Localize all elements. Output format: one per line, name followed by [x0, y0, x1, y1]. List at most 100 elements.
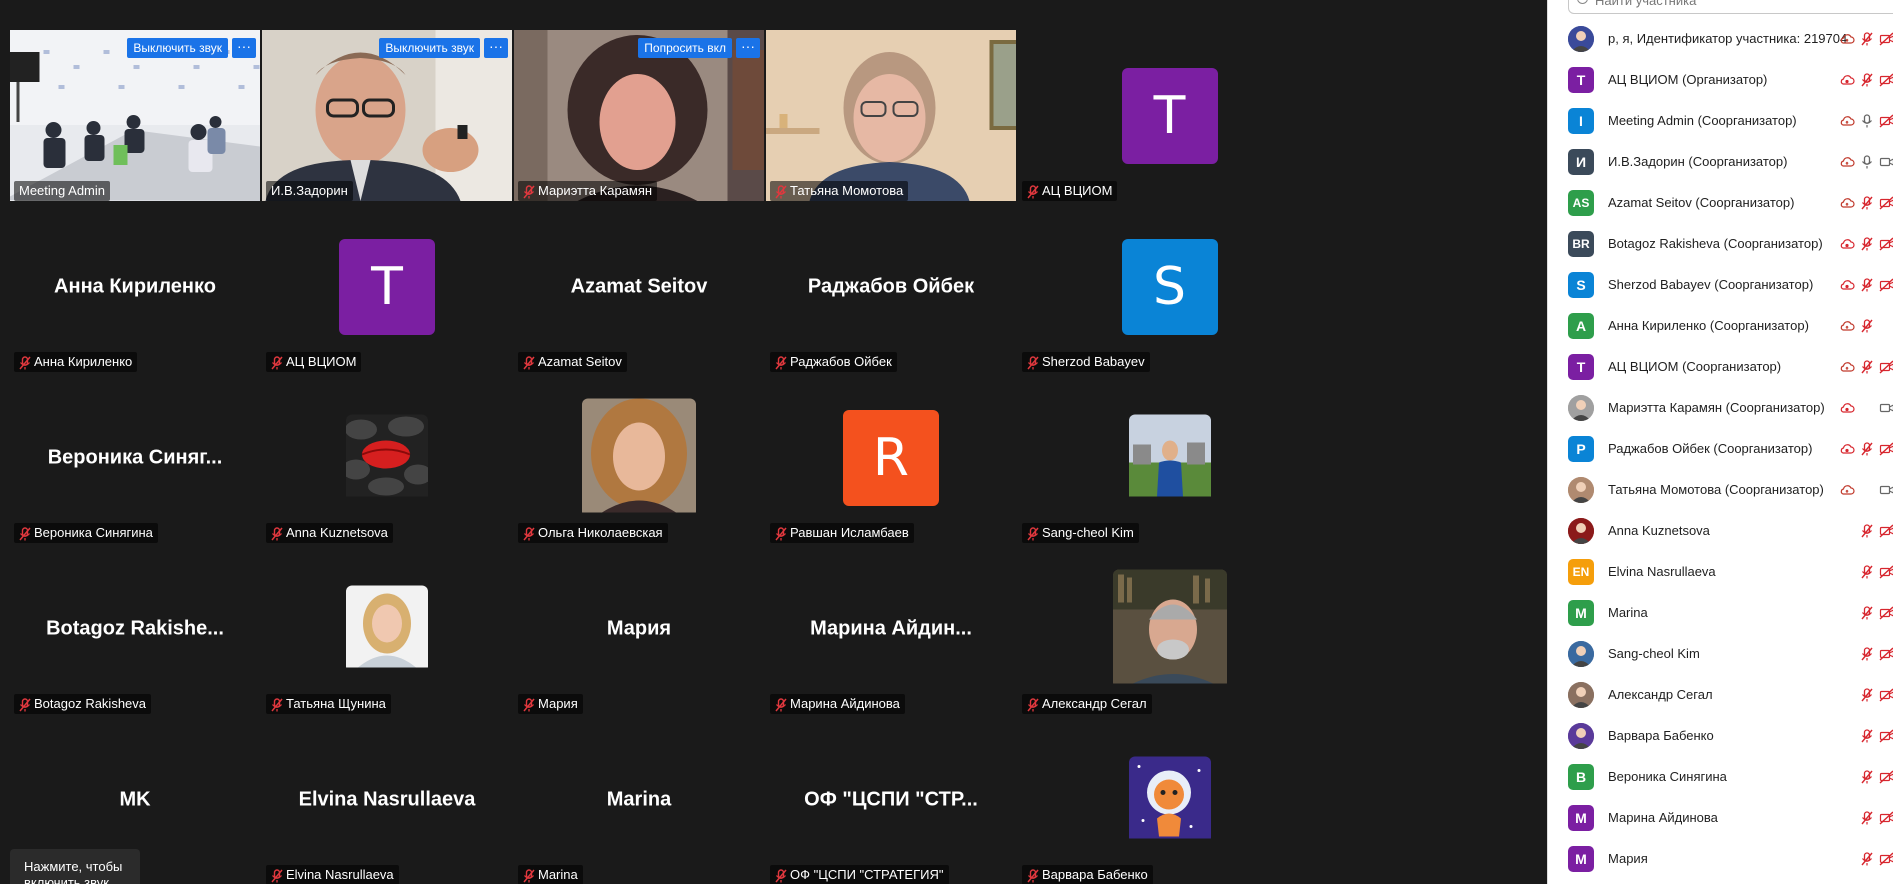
rec-icon[interactable]	[1839, 400, 1855, 416]
participant-row[interactable]: B Вероника Синягина	[1548, 756, 1893, 797]
mic-off-icon[interactable]	[1859, 236, 1875, 252]
mic-icon[interactable]	[1859, 113, 1875, 129]
mic-off-icon[interactable]	[1859, 646, 1875, 662]
cloud-icon[interactable]	[1839, 195, 1855, 211]
participant-tile[interactable]: Botagoz Rakishe... Botagoz Rakisheva	[10, 543, 260, 714]
participant-row[interactable]: P Раджабов Ойбек (Соорганизатор)	[1548, 428, 1893, 469]
cam-off-icon[interactable]	[1879, 195, 1893, 211]
unmute-toast[interactable]: Нажмите, чтобы включить звук	[10, 849, 140, 884]
mic-off-icon[interactable]	[1859, 851, 1875, 867]
participant-tile[interactable]: Марина Айдин... Марина Айдинова	[766, 543, 1016, 714]
mic-icon[interactable]	[1859, 154, 1875, 170]
cam-off-icon[interactable]	[1879, 851, 1893, 867]
participant-row[interactable]: I Meeting Admin (Соорганизатор)	[1548, 100, 1893, 141]
participant-row[interactable]: Мариэтта Карамян (Соорганизатор)	[1548, 387, 1893, 428]
participant-search-input[interactable]: Найти участника	[1568, 0, 1893, 14]
more-options-button[interactable]: ···	[484, 38, 508, 58]
participant-tile[interactable]: Elvina Nasrullaeva Elvina Nasrullaeva	[262, 714, 512, 884]
cam-off-icon[interactable]	[1879, 687, 1893, 703]
mic-off-icon[interactable]	[1859, 769, 1875, 785]
mic-off-icon[interactable]	[1859, 810, 1875, 826]
mic-off-icon[interactable]	[1859, 728, 1875, 744]
participant-tile[interactable]: Варвара Бабенко	[1018, 714, 1321, 884]
more-options-button[interactable]: ···	[232, 38, 256, 58]
cam-off-icon[interactable]	[1879, 523, 1893, 539]
cloud-icon[interactable]	[1839, 31, 1855, 47]
participant-row[interactable]: И И.В.Задорин (Соорганизатор)	[1548, 141, 1893, 182]
participant-tile[interactable]: Александр Сегал	[1018, 543, 1321, 714]
participant-tile[interactable]: ОФ "ЦСПИ "СТР... ОФ "ЦСПИ "СТРАТЕГИЯ"	[766, 714, 1016, 884]
participant-row[interactable]: Anna Kuznetsova	[1548, 510, 1893, 551]
participant-row[interactable]: Варвара Бабенко	[1548, 715, 1893, 756]
tile-audio-button[interactable]: Выключить звук	[379, 38, 480, 58]
mic-off-icon[interactable]	[1859, 564, 1875, 580]
participant-tile[interactable]: Ольга Николаевская	[514, 372, 764, 543]
participant-row[interactable]: Татьяна Момотова (Соорганизатор)	[1548, 469, 1893, 510]
rec-icon[interactable]	[1839, 72, 1855, 88]
participant-tile[interactable]: Татьяна Щунина	[262, 543, 512, 714]
mic-off-icon[interactable]	[1859, 523, 1875, 539]
participant-row[interactable]: M Мария	[1548, 838, 1893, 879]
rec-icon[interactable]	[1839, 441, 1855, 457]
participant-tile[interactable]: Sang-cheol Kim	[1018, 372, 1321, 543]
cloud-icon[interactable]	[1839, 154, 1855, 170]
participant-row[interactable]: A Анна Кириленко (Соорганизатор)	[1548, 305, 1893, 346]
tile-audio-button[interactable]: Попросить вкл	[638, 38, 732, 58]
rec-icon[interactable]	[1839, 236, 1855, 252]
cam-icon[interactable]	[1879, 482, 1893, 498]
participant-tile[interactable]: T АЦ ВЦИОМ	[1018, 30, 1321, 201]
cam-off-icon[interactable]	[1879, 441, 1893, 457]
cam-icon[interactable]	[1879, 154, 1893, 170]
participant-row[interactable]: M Марина Айдинова	[1548, 797, 1893, 838]
participant-row[interactable]: AS Azamat Seitov (Соорганизатор)	[1548, 182, 1893, 223]
participant-row[interactable]: EN Elvina Nasrullaeva	[1548, 551, 1893, 592]
participant-row[interactable]: T АЦ ВЦИОМ (Соорганизатор)	[1548, 346, 1893, 387]
tile-audio-button[interactable]: Выключить звук	[127, 38, 228, 58]
cloud-icon[interactable]	[1839, 482, 1855, 498]
mic-off-icon[interactable]	[1859, 605, 1875, 621]
participant-row[interactable]: Sang-cheol Kim	[1548, 633, 1893, 674]
mic-off-icon[interactable]	[1859, 359, 1875, 375]
participant-row[interactable]: S Sherzod Babayev (Соорганизатор)	[1548, 264, 1893, 305]
cloud-icon[interactable]	[1839, 359, 1855, 375]
cam-off-icon[interactable]	[1879, 31, 1893, 47]
participant-tile[interactable]: R Равшан Исламбаев	[766, 372, 1016, 543]
cam-off-icon[interactable]	[1879, 72, 1893, 88]
cam-off-icon[interactable]	[1879, 810, 1893, 826]
cloud-icon[interactable]	[1839, 113, 1855, 129]
participant-row[interactable]: BR Botagoz Rakisheva (Соорганизатор)	[1548, 223, 1893, 264]
mic-off-icon[interactable]	[1859, 72, 1875, 88]
participant-tile[interactable]: Раджабов Ойбек Раджабов Ойбек	[766, 201, 1016, 372]
participant-tile[interactable]: Выключить звук ··· Meeting Admin	[10, 30, 260, 201]
mic-off-icon[interactable]	[1859, 277, 1875, 293]
cam-icon[interactable]	[1879, 400, 1893, 416]
cam-off-icon[interactable]	[1879, 769, 1893, 785]
cam-off-icon[interactable]	[1879, 605, 1893, 621]
participant-tile[interactable]: Выключить звук ··· И.В.Задорин	[262, 30, 512, 201]
mic-off-icon[interactable]	[1859, 318, 1875, 334]
mic-off-icon[interactable]	[1859, 195, 1875, 211]
cam-off-icon[interactable]	[1879, 564, 1893, 580]
participant-row[interactable]: р, я, Идентификатор участника: 2197043)	[1548, 18, 1893, 59]
cam-off-icon[interactable]	[1879, 359, 1893, 375]
mic-off-icon[interactable]	[1859, 687, 1875, 703]
participant-tile[interactable]: Marina Marina	[514, 714, 764, 884]
participant-tile[interactable]: Татьяна Момотова	[766, 30, 1016, 201]
participant-tile[interactable]: Попросить вкл ··· Мариэтта Карамян	[514, 30, 764, 201]
participant-tile[interactable]: Anna Kuznetsova	[262, 372, 512, 543]
participant-tile[interactable]: Анна Кириленко Анна Кириленко	[10, 201, 260, 372]
participant-row[interactable]: M Marina	[1548, 592, 1893, 633]
participant-tile[interactable]: S Sherzod Babayev	[1018, 201, 1321, 372]
participant-tile[interactable]: Вероника Синяг... Вероника Синягина	[10, 372, 260, 543]
participant-row[interactable]: T АЦ ВЦИОМ (Организатор)	[1548, 59, 1893, 100]
cam-off-icon[interactable]	[1879, 113, 1893, 129]
participant-row[interactable]: Александр Сегал	[1548, 674, 1893, 715]
participant-tile[interactable]: Мария Мария	[514, 543, 764, 714]
mic-off-icon[interactable]	[1859, 31, 1875, 47]
participant-tile[interactable]: Azamat Seitov Azamat Seitov	[514, 201, 764, 372]
cloud-icon[interactable]	[1839, 318, 1855, 334]
rec-icon[interactable]	[1839, 277, 1855, 293]
participant-tile[interactable]: T АЦ ВЦИОМ	[262, 201, 512, 372]
cam-off-icon[interactable]	[1879, 728, 1893, 744]
cam-off-icon[interactable]	[1879, 277, 1893, 293]
